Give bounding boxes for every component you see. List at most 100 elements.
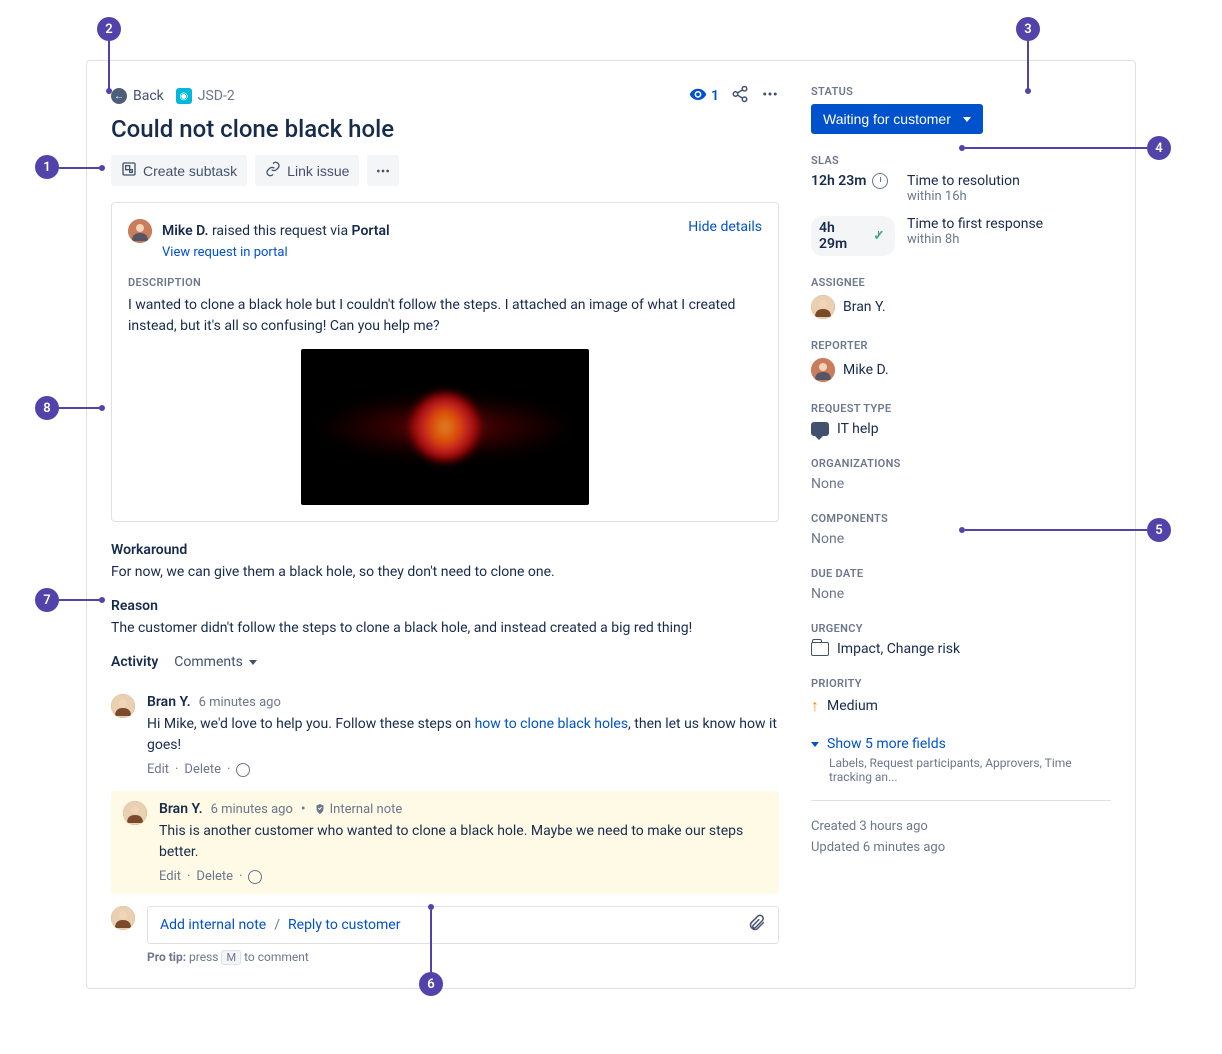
organizations-value[interactable]: None [811,476,1111,492]
comment-internal: Bran Y. 6 minutes ago • Internal note Th… [111,791,779,894]
chevron-down-icon [249,660,257,665]
due-date-value[interactable]: None [811,586,1111,602]
chevron-down-icon [963,117,971,122]
delete-comment-link[interactable]: Delete [196,869,233,884]
attach-icon[interactable] [748,914,766,936]
action-bar: Create subtask Link issue [111,155,779,186]
show-more-fields-link[interactable]: Show 5 more fields [811,736,1111,752]
activity-label: Activity [111,654,158,670]
priority-value[interactable]: ↑ Medium [811,696,1111,716]
link-icon [265,161,281,180]
assignee-value[interactable]: Bran Y. [811,295,1111,319]
status-dropdown[interactable]: Waiting for customer [811,104,983,134]
back-arrow-icon: ← [111,88,127,104]
eye-icon [689,85,707,107]
requester-text: Mike D. raised this request via Portal [162,223,390,239]
comment-link[interactable]: how to clone black holes [475,716,628,732]
sla-name: Time to first response [907,216,1043,232]
reply-to-customer-link[interactable]: Reply to customer [288,917,400,933]
pro-tip: Pro tip: press M to comment [147,950,779,964]
create-subtask-button[interactable]: Create subtask [111,155,247,186]
hide-details-link[interactable]: Hide details [688,219,762,235]
comment-text: Hi Mike, we'd love to help you. Follow t… [147,714,779,756]
divider [811,800,1111,801]
created-timestamp: Created 3 hours ago [811,817,1111,838]
components-value[interactable]: None [811,531,1111,547]
callout-1: 1 [35,155,59,179]
updated-timestamp: Updated 6 minutes ago [811,838,1111,859]
callout-4: 4 [1147,136,1171,160]
comment-time: 6 minutes ago [199,695,281,710]
issue-title[interactable]: Could not clone black hole [111,115,779,143]
priority-label: PRIORITY [811,677,1111,690]
edit-comment-link[interactable]: Edit [159,869,181,884]
workaround-label: Workaround [111,542,779,558]
comment-text: This is another customer who wanted to c… [159,821,767,863]
add-internal-note-link[interactable]: Add internal note [160,917,266,933]
callout-7: 7 [35,588,59,612]
activity-filter-dropdown[interactable]: Comments [174,654,257,670]
request-type-value[interactable]: IT help [811,421,1111,437]
organizations-label: ORGANIZATIONS [811,457,1111,470]
issue-key-text: JSD-2 [198,88,235,104]
comment-author: Bran Y. [159,801,203,817]
attached-image[interactable] [301,349,589,505]
folder-icon [811,642,829,656]
main-column: ← Back ◉ JSD-2 1 [111,85,779,964]
comment-time: 6 minutes ago [211,802,293,817]
callout-5: 5 [1147,518,1171,542]
reporter-avatar [811,358,835,382]
callout-2: 2 [97,17,121,41]
share-icon[interactable] [731,85,749,107]
add-reaction-icon[interactable] [236,763,250,777]
topbar: ← Back ◉ JSD-2 1 [111,85,779,107]
comment-avatar [123,801,147,825]
more-actions-button[interactable] [367,155,399,186]
sla-within: within 8h [907,232,1043,247]
watch-button[interactable]: 1 [689,85,719,107]
more-actions-icon[interactable] [761,85,779,107]
sla-row: 12h 23m Time to resolution within 16h [811,173,1111,204]
assignee-avatar [811,295,835,319]
chevron-down-icon [811,742,819,747]
request-card: Mike D. raised this request via Portal V… [111,202,779,522]
reporter-value[interactable]: Mike D. [811,358,1111,382]
workaround-text: For now, we can give them a black hole, … [111,564,779,580]
watch-count: 1 [711,88,719,104]
comment-avatar [111,694,135,718]
callout-6: 6 [419,972,443,996]
reason-text: The customer didn't follow the steps to … [111,620,779,636]
delete-comment-link[interactable]: Delete [184,762,221,777]
current-user-avatar [111,906,135,930]
assignee-label: ASSIGNEE [811,276,1111,289]
issue-type-icon: ◉ [176,88,192,104]
link-issue-button[interactable]: Link issue [255,155,359,186]
due-date-label: DUE DATE [811,567,1111,580]
reply-input[interactable]: Add internal note / Reply to customer [147,906,779,944]
clock-icon [872,173,888,189]
priority-icon: ↑ [811,696,819,716]
sla-name: Time to resolution [907,173,1020,189]
subtask-icon [121,161,137,180]
add-reaction-icon[interactable] [248,870,262,884]
sidebar: STATUS Waiting for customer SLAs 12h 23m… [811,85,1111,964]
issue-view: ← Back ◉ JSD-2 1 [86,60,1136,989]
description-text: I wanted to clone a black hole but I cou… [128,295,762,337]
reason-label: Reason [111,598,779,614]
check-icon: ✓ [871,228,887,244]
view-in-portal-link[interactable]: View request in portal [162,245,390,260]
sla-within: within 16h [907,189,1020,204]
back-button[interactable]: ← Back [111,88,164,104]
reply-row: Add internal note / Reply to customer Pr… [111,906,779,964]
callout-8: 8 [35,396,59,420]
sla-row: 4h 29m ✓ Time to first response within 8… [811,216,1111,256]
sla-time-value: 4h 29m [819,220,865,252]
urgency-value[interactable]: Impact, Change risk [811,641,1111,657]
status-label: STATUS [811,85,1111,98]
edit-comment-link[interactable]: Edit [147,762,169,777]
components-label: COMPONENTS [811,512,1111,525]
issue-key-breadcrumb[interactable]: ◉ JSD-2 [176,88,235,104]
urgency-label: URGENCY [811,622,1111,635]
show-more-subtitle: Labels, Request participants, Approvers,… [829,756,1111,784]
slas-label: SLAs [811,154,1111,167]
